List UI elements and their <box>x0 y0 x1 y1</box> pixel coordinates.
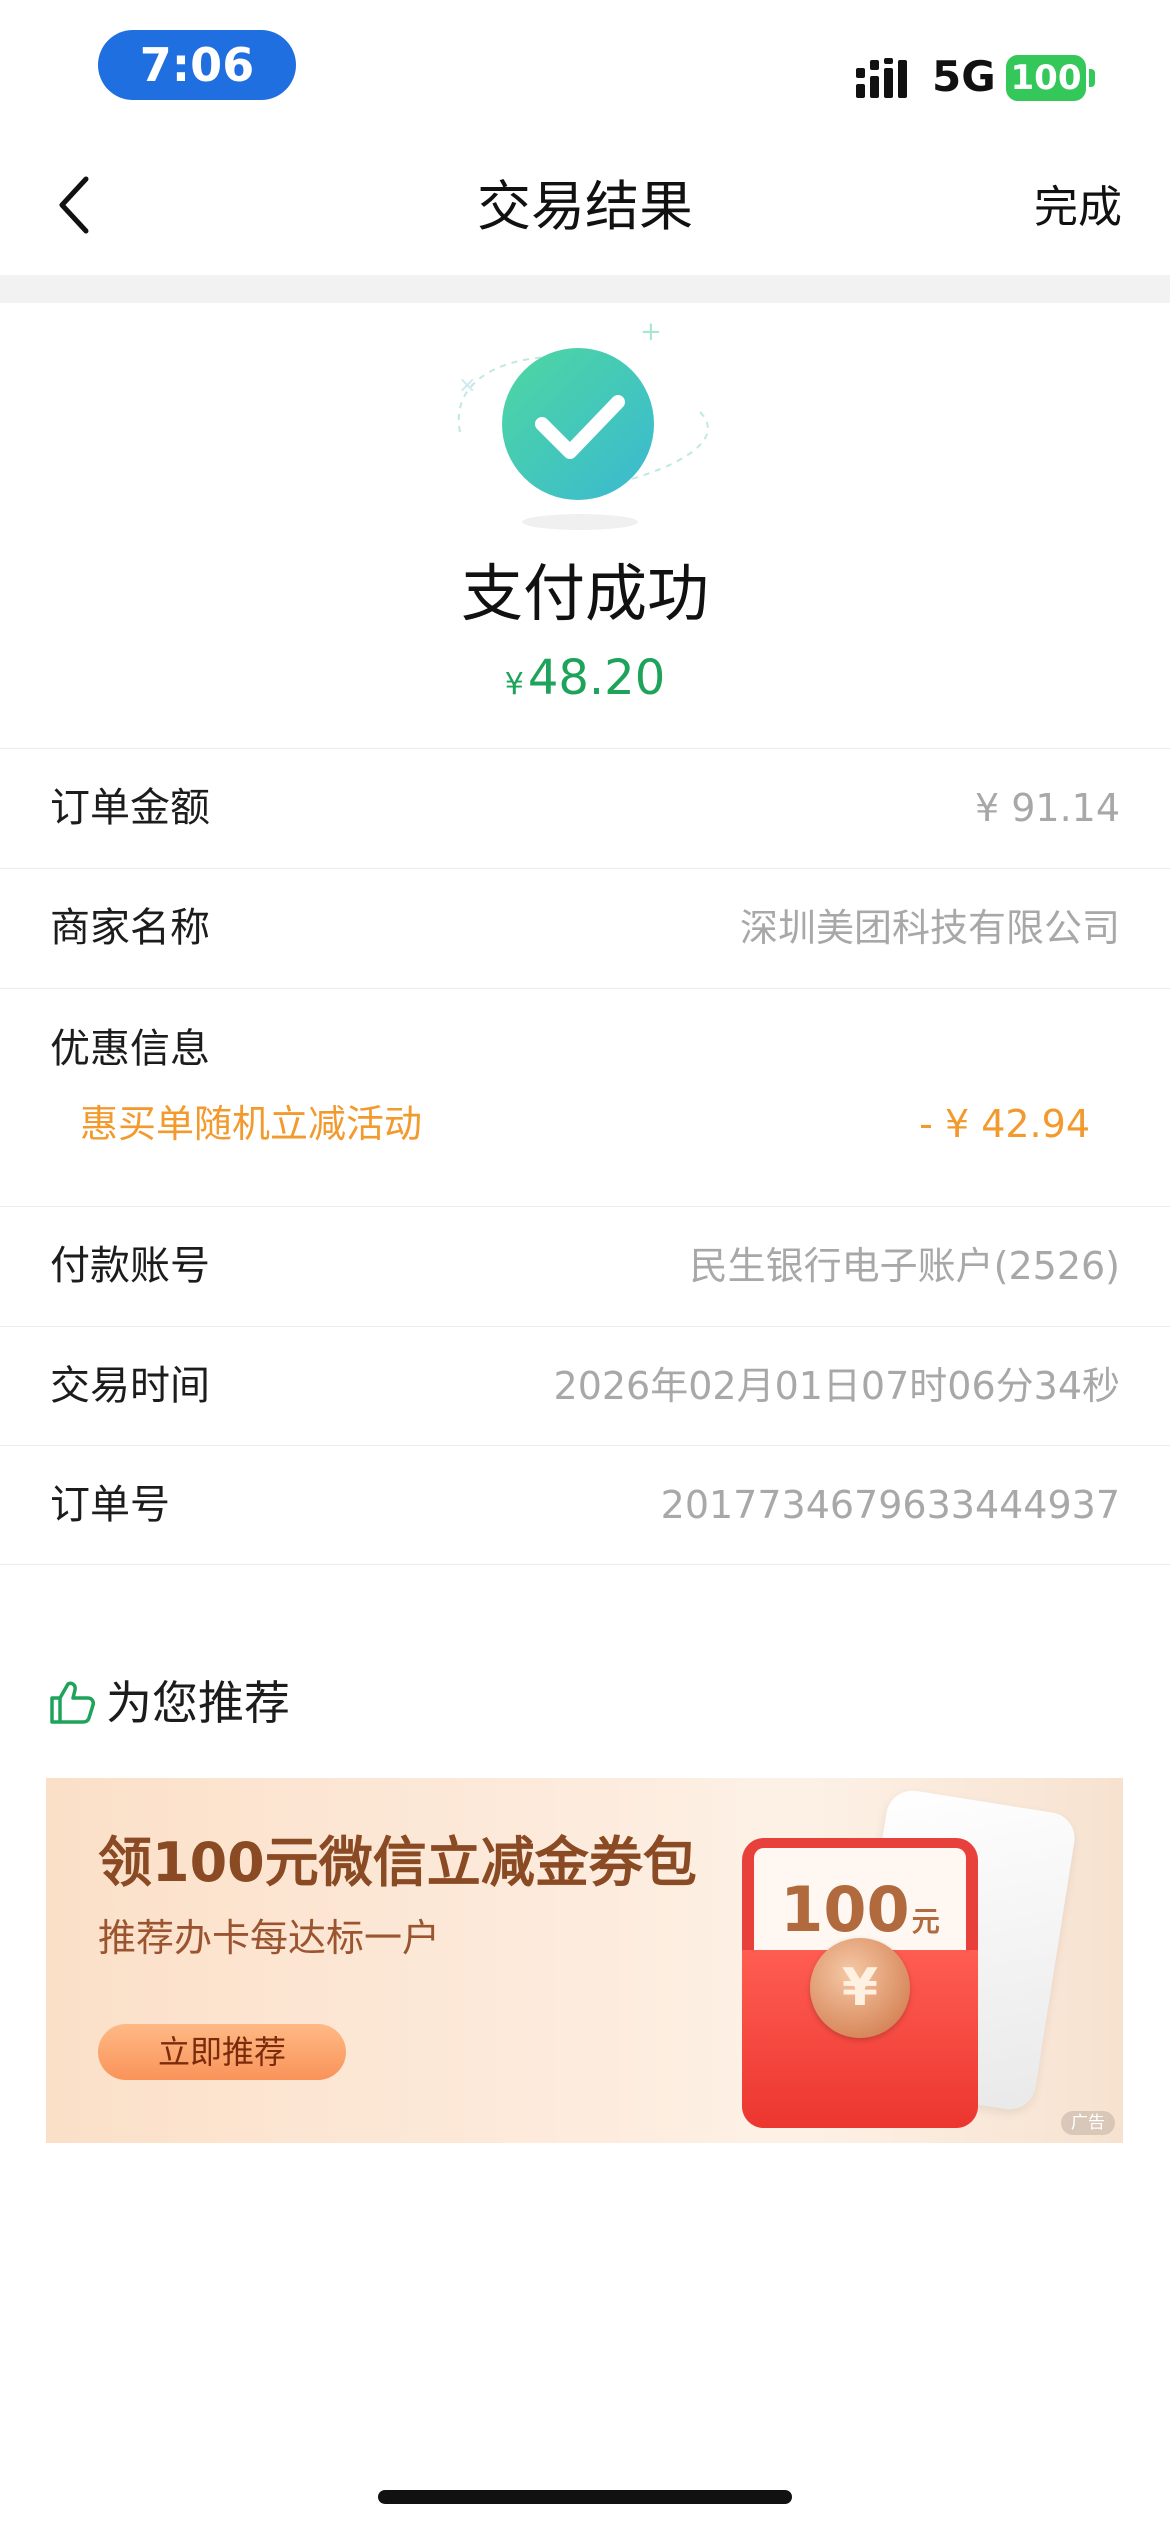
coupon-unit: 元 <box>911 1905 940 1938</box>
red-envelope-graphic: 100元 ¥ <box>742 1838 978 2128</box>
order-amount-label: 订单金额 <box>50 785 210 831</box>
status-bar: 7:06 5G 100 <box>0 0 1170 130</box>
recommend-now-button[interactable]: 立即推荐 <box>98 2024 346 2080</box>
coupon-amount: 100 <box>780 1873 910 1946</box>
svg-text:+: + <box>640 317 662 347</box>
detail-row-order-amount: 订单金额 ¥ 91.14 <box>0 748 1170 867</box>
promotion-name: 惠买单随机立减活动 <box>80 1102 423 1146</box>
order-no-value: 2017734679633444937 <box>660 1483 1120 1527</box>
currency-symbol: ¥ <box>504 667 524 702</box>
detail-row-time: 交易时间 2026年02月01日07时06分34秒 <box>0 1326 1170 1445</box>
detail-row-order-no: 订单号 2017734679633444937 <box>0 1445 1170 1564</box>
nav-bar: 交易结果 完成 <box>0 140 1170 275</box>
home-indicator[interactable] <box>378 2490 792 2504</box>
network-type: 5G <box>932 52 996 101</box>
time-value: 2026年02月01日07时06分34秒 <box>553 1364 1120 1408</box>
detail-row-merchant: 商家名称 深圳美团科技有限公司 <box>0 868 1170 987</box>
back-chevron-icon[interactable] <box>40 165 120 245</box>
merchant-value: 深圳美团科技有限公司 <box>739 906 1120 950</box>
svg-text:×: × <box>458 373 476 398</box>
recommend-title: 为您推荐 <box>106 1676 290 1730</box>
thumbs-up-icon <box>50 1681 95 1724</box>
paid-amount: ¥48.20 <box>0 648 1170 715</box>
done-button[interactable]: 完成 <box>1034 178 1122 238</box>
payment-status-title: 支付成功 <box>460 557 709 630</box>
page-title: 交易结果 <box>477 175 693 238</box>
detail-row-account: 付款账号 民生银行电子账户(2526) <box>0 1206 1170 1325</box>
success-check-icon: + × <box>457 317 709 530</box>
battery-icon: 100 <box>1006 55 1086 101</box>
account-value: 民生银行电子账户(2526) <box>689 1244 1120 1288</box>
battery-level: 100 <box>1010 58 1082 98</box>
list-divider <box>0 1564 1170 1565</box>
merchant-label: 商家名称 <box>50 905 210 951</box>
banner-title: 领100元微信立减金券包 <box>98 1831 697 1894</box>
yuan-coin-icon: ¥ <box>810 1938 910 2038</box>
battery-tip <box>1089 69 1095 87</box>
order-no-label: 订单号 <box>50 1482 170 1528</box>
cellular-signal-icon <box>856 58 907 98</box>
status-time: 7:06 <box>98 30 296 100</box>
banner-subtitle: 推荐办卡每达标一户 <box>98 1916 441 1960</box>
order-amount-value: ¥ 91.14 <box>974 786 1120 830</box>
promotion-label: 优惠信息 <box>50 1026 210 1072</box>
ad-badge: 广告 <box>1061 2111 1115 2135</box>
paid-amount-value: 48.20 <box>527 650 666 706</box>
account-label: 付款账号 <box>50 1243 210 1289</box>
detail-row-promotion: 优惠信息 惠买单随机立减活动 - ¥ 42.94 <box>0 988 1170 1207</box>
promotion-amount: - ¥ 42.94 <box>919 1102 1090 1146</box>
section-divider <box>0 275 1170 303</box>
time-label: 交易时间 <box>50 1363 210 1409</box>
promo-banner[interactable]: 领100元微信立减金券包 推荐办卡每达标一户 立即推荐 100元 ¥ 广告 <box>46 1778 1123 2143</box>
